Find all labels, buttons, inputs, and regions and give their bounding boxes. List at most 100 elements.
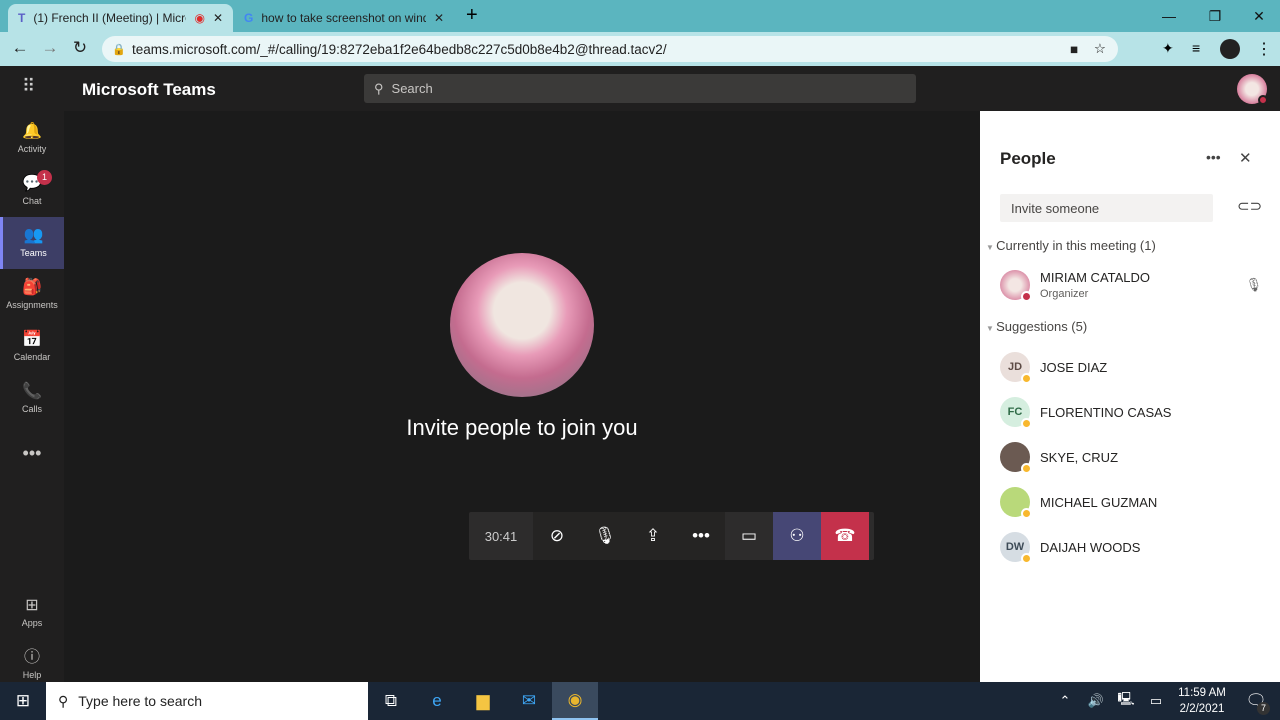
taskbar-search-input[interactable]: ⚲ Type here to search — [46, 682, 368, 720]
more-actions-button[interactable]: ••• — [677, 512, 725, 560]
busy-status-icon — [1258, 95, 1268, 105]
extensions-icon[interactable]: ✦ — [1162, 40, 1174, 57]
rail-teams[interactable]: 👥 Teams — [0, 217, 64, 269]
apps-icon: ⊞ — [25, 597, 39, 614]
app-launcher-icon[interactable]: ⠿ — [22, 76, 35, 97]
suggestion-item[interactable]: MICHAEL GUZMAN — [1000, 486, 1157, 519]
rail-activity[interactable]: 🔔 Activity — [0, 113, 64, 165]
chat-button[interactable]: ▭ — [725, 512, 773, 560]
invite-message: Invite people to join you — [406, 415, 638, 440]
participant-organizer[interactable]: MIRIAM CATALDO Organizer 🎙 — [1000, 269, 1270, 302]
current-section-header[interactable]: ▼ Currently in this meeting (1) — [986, 238, 1156, 253]
ellipsis-icon: ••• — [692, 526, 710, 545]
close-tab-icon[interactable]: ✕ — [213, 11, 223, 25]
network-icon[interactable]: 🖳 — [1112, 682, 1140, 720]
phone-icon: 📞 — [22, 383, 42, 400]
tab-google-search[interactable]: G how to take screenshot on windows ✕ — [234, 4, 454, 32]
task-view-icon: ⧉ — [384, 691, 398, 710]
search-icon: ⚲ — [58, 692, 69, 709]
suggestion-item[interactable]: SKYE, CRUZ — [1000, 441, 1118, 474]
media-icon[interactable]: ≡ — [1192, 40, 1200, 56]
tab-teams-meeting[interactable]: T (1) French II (Meeting) | Microsoft Te… — [8, 4, 233, 32]
panel-title: People — [1000, 149, 1056, 168]
participants-button[interactable]: ⚇ — [773, 512, 821, 560]
hang-up-button[interactable]: ☎ — [821, 512, 869, 560]
profile-icon[interactable] — [1220, 39, 1240, 59]
collapse-icon: ▼ — [986, 324, 997, 333]
chrome-button[interactable]: ◉ — [552, 682, 598, 720]
close-window-button[interactable]: ✕ — [1236, 0, 1280, 32]
edge-button[interactable]: e — [414, 682, 460, 720]
collapse-icon: ▼ — [986, 243, 997, 252]
call-stage: Invite people to join you 30:41 ⊘ 🎙 ⇪ ••… — [64, 111, 980, 682]
camera-off-button[interactable]: ⊘ — [533, 512, 581, 560]
participants-icon: ⚇ — [789, 526, 805, 545]
volume-icon[interactable]: 🔊 — [1082, 682, 1110, 720]
edge-icon: e — [432, 691, 442, 710]
suggestion-item[interactable]: JD JOSE DIAZ — [1000, 351, 1107, 384]
teams-icon: 👥 — [23, 227, 44, 244]
google-icon: G — [244, 11, 254, 25]
search-icon: ⚲ — [374, 80, 384, 96]
suggestion-item[interactable]: DW DAIJAH WOODS — [1000, 531, 1140, 564]
file-explorer-button[interactable]: ▆ — [460, 682, 506, 720]
away-status-icon — [1021, 553, 1032, 564]
clock[interactable]: 11:59 AM 2/2/2021 — [1174, 685, 1230, 717]
share-button[interactable]: ⇪ — [629, 512, 677, 560]
address-bar-row: ← → ↻ 🔒 teams.microsoft.com/_#/calling/1… — [0, 32, 1280, 66]
restore-button[interactable]: ❐ — [1192, 0, 1238, 32]
windows-icon: ⊞ — [15, 691, 31, 710]
start-button[interactable]: ⊞ — [0, 682, 46, 720]
user-avatar[interactable] — [1237, 74, 1268, 105]
recording-icon: ◉ — [194, 11, 205, 25]
panel-more-button[interactable]: ••• — [1206, 149, 1221, 165]
minimize-button[interactable]: — — [1146, 0, 1192, 32]
chrome-icon: ◉ — [567, 690, 583, 709]
rail-assignments[interactable]: 🎒 Assignments — [0, 269, 64, 321]
reload-button[interactable]: ↻ — [68, 38, 92, 60]
call-timer: 30:41 — [484, 528, 518, 544]
close-tab-icon[interactable]: ✕ — [434, 11, 444, 25]
rail-chat[interactable]: 💬 Chat 1 — [0, 165, 64, 217]
show-hidden-icons[interactable]: ⌃ — [1050, 682, 1080, 720]
bookmark-star-icon[interactable]: ☆ — [1094, 41, 1106, 57]
rail-calls[interactable]: 📞 Calls — [0, 373, 64, 425]
away-status-icon — [1021, 373, 1032, 384]
close-panel-button[interactable]: ✕ — [1239, 149, 1252, 167]
mute-button[interactable]: 🎙 — [581, 512, 629, 560]
away-status-icon — [1021, 508, 1032, 519]
calendar-icon: 📅 — [22, 331, 42, 348]
camera-icon[interactable]: ■ — [1070, 42, 1078, 57]
new-tab-button[interactable]: + — [466, 4, 478, 27]
avatar — [1000, 270, 1032, 302]
away-status-icon — [1021, 463, 1032, 474]
folder-icon: ▆ — [476, 691, 490, 710]
battery-icon[interactable]: ▭ — [1142, 682, 1170, 720]
mail-button[interactable]: ✉ — [506, 682, 552, 720]
caller-avatar — [450, 253, 594, 397]
teams-header: ⠿ Microsoft Teams ⚲ Search — [0, 66, 1280, 111]
mic-off-icon: 🎙 — [1245, 277, 1262, 292]
suggestions-section-header[interactable]: ▼ Suggestions (5) — [986, 319, 1087, 334]
notifications-button[interactable]: 🗨 7 — [1236, 682, 1276, 720]
avatar: FC — [1000, 397, 1032, 429]
call-controls: 30:41 ⊘ 🎙 ⇪ ••• ▭ ⚇ ☎ — [469, 512, 874, 560]
back-button[interactable]: ← — [8, 38, 32, 60]
more-apps-button[interactable]: ••• — [0, 427, 64, 479]
camera-off-icon: ⊘ — [549, 526, 565, 545]
copy-link-icon[interactable]: ⊂⊃ — [1237, 197, 1262, 215]
avatar: JD — [1000, 352, 1032, 384]
url-input[interactable]: 🔒 teams.microsoft.com/_#/calling/19:8272… — [102, 36, 1118, 62]
rail-apps[interactable]: ⊞ Apps — [0, 587, 64, 639]
menu-icon[interactable]: ⋮ — [1256, 39, 1272, 59]
avatar — [1000, 487, 1032, 519]
avatar — [1000, 442, 1032, 474]
chat-badge: 1 — [37, 170, 52, 185]
forward-button[interactable]: → — [38, 38, 62, 60]
rail-calendar[interactable]: 📅 Calendar — [0, 321, 64, 373]
invite-input[interactable]: Invite someone — [1000, 194, 1213, 222]
lock-icon: 🔒 — [112, 43, 126, 56]
suggestion-item[interactable]: FC FLORENTINO CASAS — [1000, 396, 1171, 429]
search-input[interactable]: ⚲ Search — [364, 74, 916, 103]
task-view-button[interactable]: ⧉ — [368, 682, 414, 720]
